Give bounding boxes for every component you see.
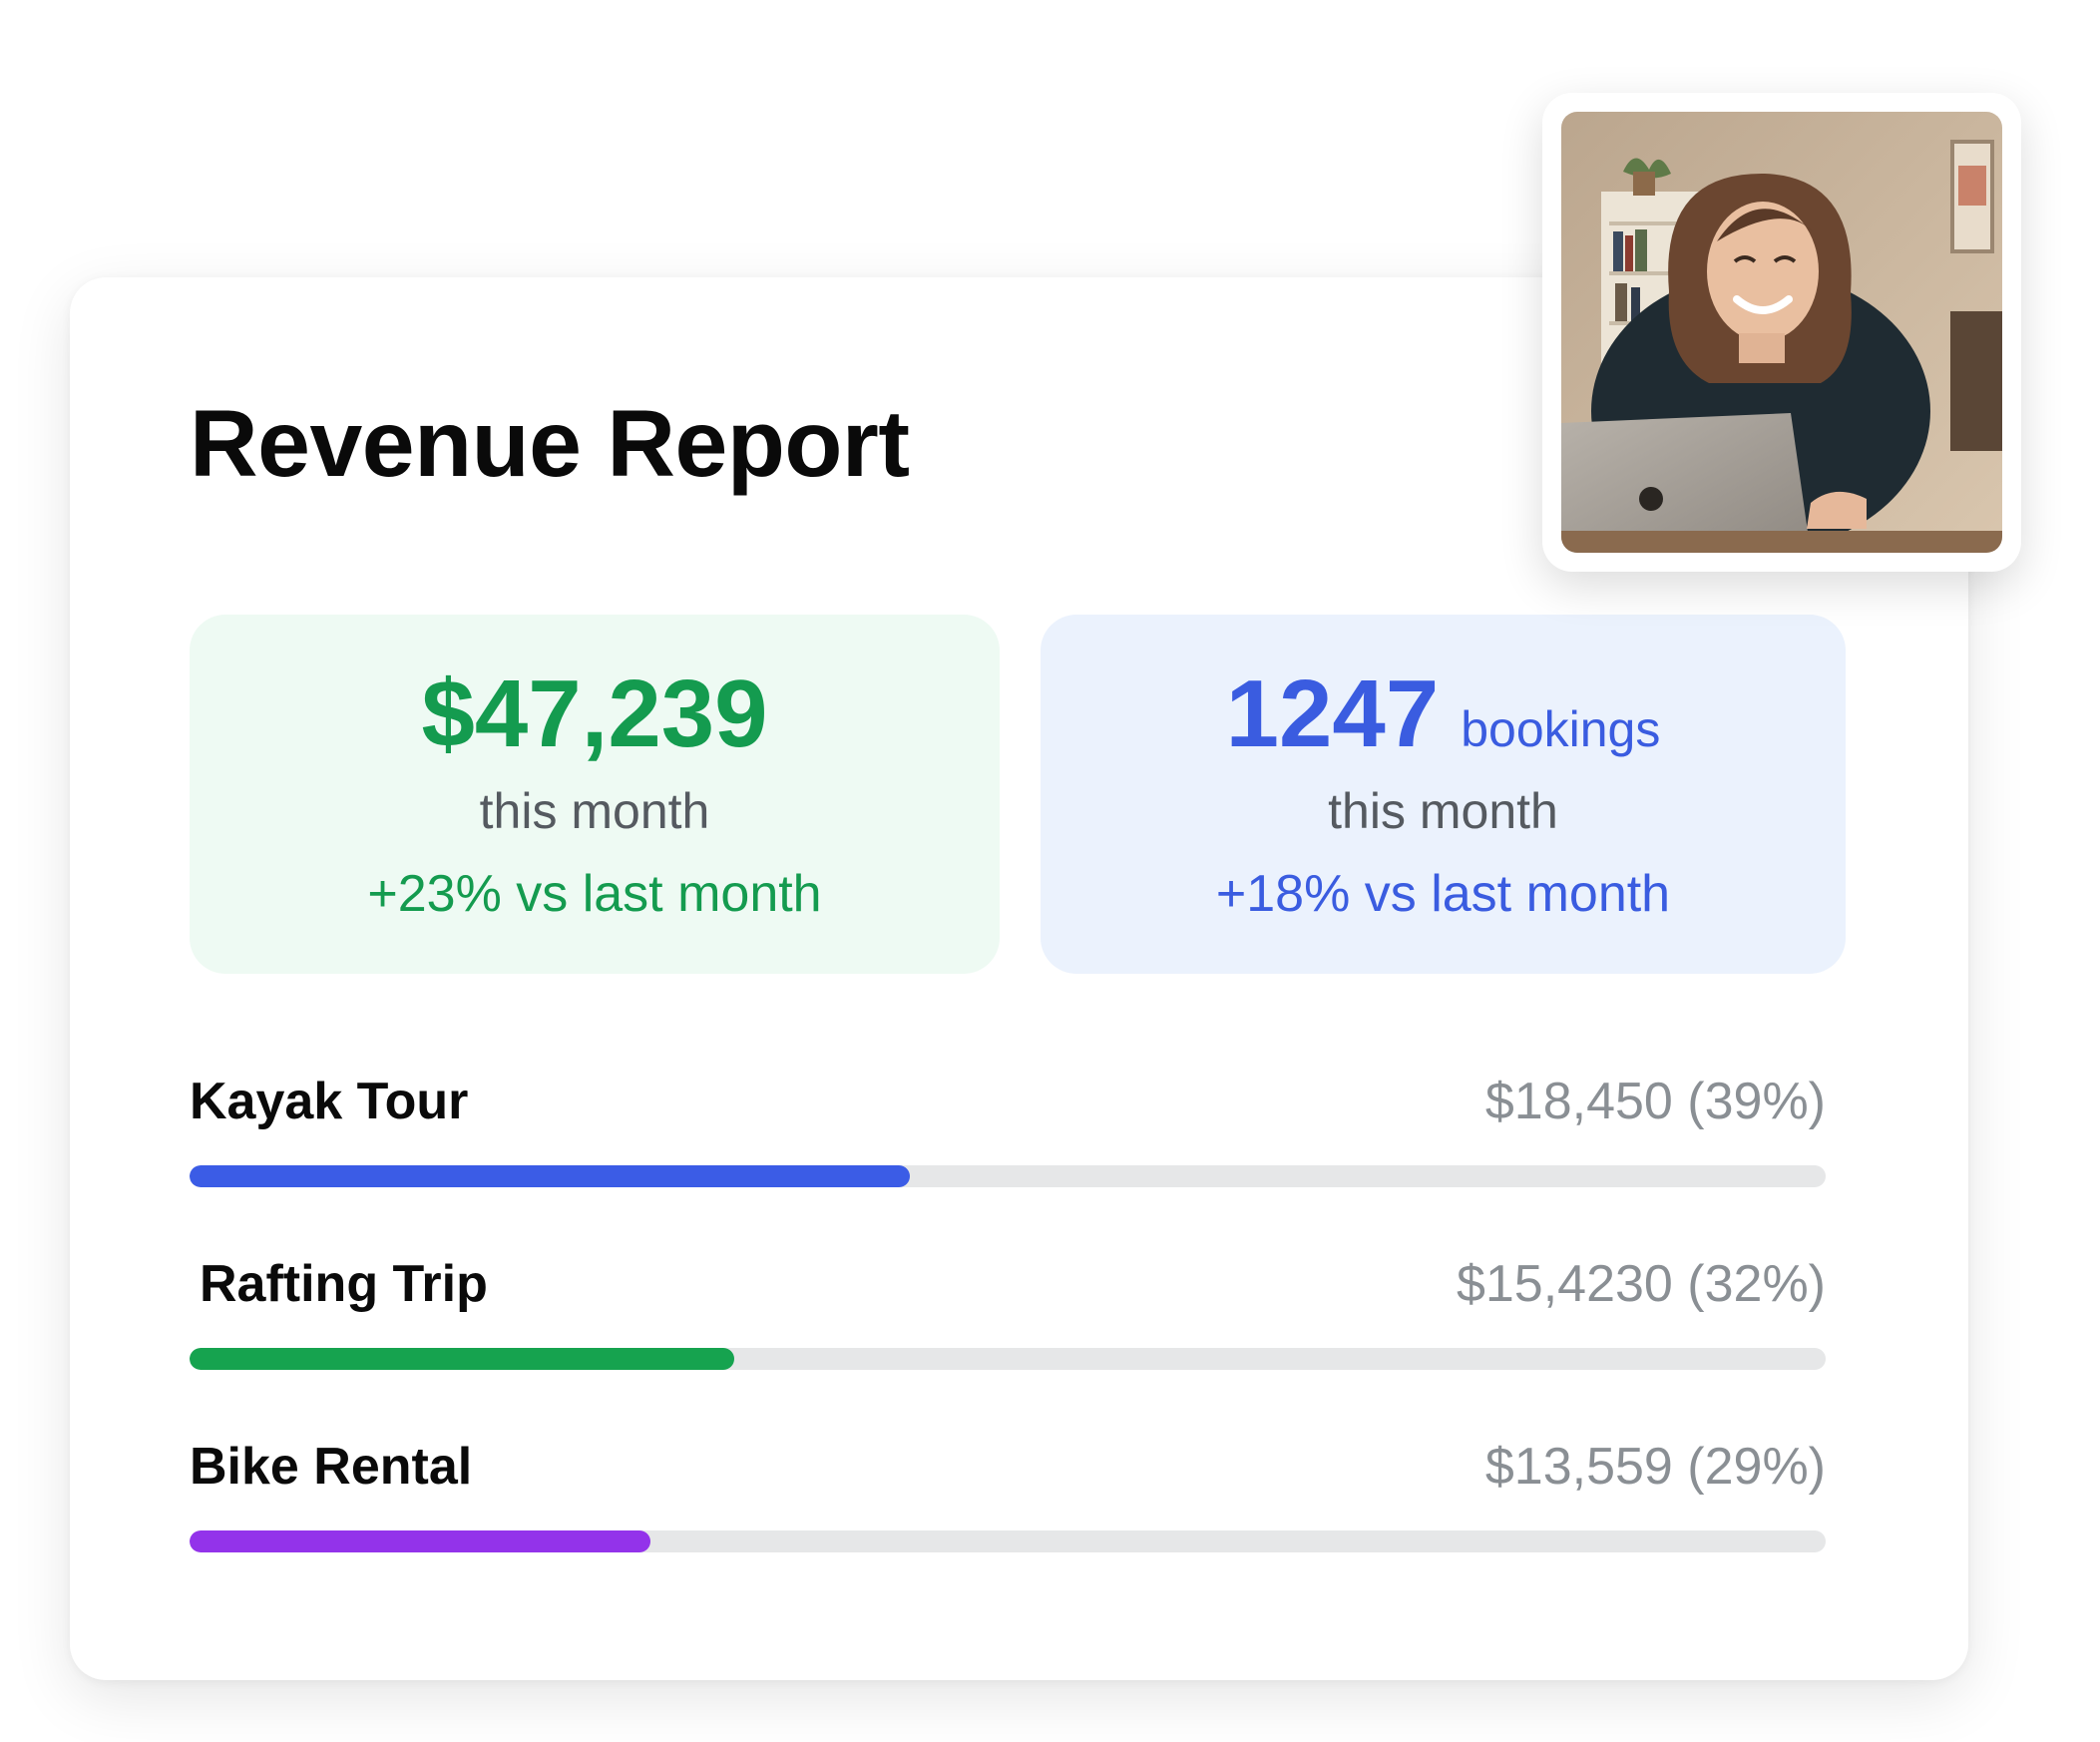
bookings-value-line: 1247 bookings <box>1041 666 1846 762</box>
breakdown-row-rafting-trip: Rafting Trip $15,4230 (32%) <box>190 1258 1826 1378</box>
bookings-change: +18% vs last month <box>1215 865 1671 923</box>
breakdown-amount: $18,450 (39%) <box>1484 1073 1826 1130</box>
revenue-period: this month <box>479 783 710 839</box>
revenue-change: +23% vs last month <box>367 865 822 923</box>
profile-photo-frame <box>1542 93 2021 572</box>
breakdown-label: Rafting Trip <box>200 1255 488 1313</box>
revenue-value: $47,239 <box>421 660 768 767</box>
breakdown-row-kayak-tour: Kayak Tour $18,450 (39%) <box>190 1076 1826 1195</box>
breakdown-label: Kayak Tour <box>190 1073 469 1130</box>
report-title: Revenue Report <box>190 391 910 497</box>
breakdown-label: Bike Rental <box>190 1438 473 1496</box>
revenue-stat-card: $47,239 this month +23% vs last month <box>190 615 1000 974</box>
progress-fill <box>190 1530 651 1552</box>
bookings-unit: bookings <box>1461 701 1661 757</box>
breakdown-amount: $15,4230 (32%) <box>1456 1255 1826 1313</box>
bookings-period: this month <box>1328 783 1558 839</box>
breakdown-amount: $13,559 (29%) <box>1484 1438 1826 1496</box>
person-photo-icon <box>1561 112 2002 553</box>
progress-fill <box>190 1165 910 1187</box>
breakdown-row-bike-rental: Bike Rental $13,559 (29%) <box>190 1441 1826 1560</box>
progress-track <box>190 1165 1826 1187</box>
bookings-stat-card: 1247 bookings this month +18% vs last mon… <box>1041 615 1846 974</box>
progress-fill <box>190 1348 735 1370</box>
progress-track <box>190 1348 1826 1370</box>
bookings-value: 1247 <box>1225 660 1440 767</box>
progress-track <box>190 1530 1826 1552</box>
